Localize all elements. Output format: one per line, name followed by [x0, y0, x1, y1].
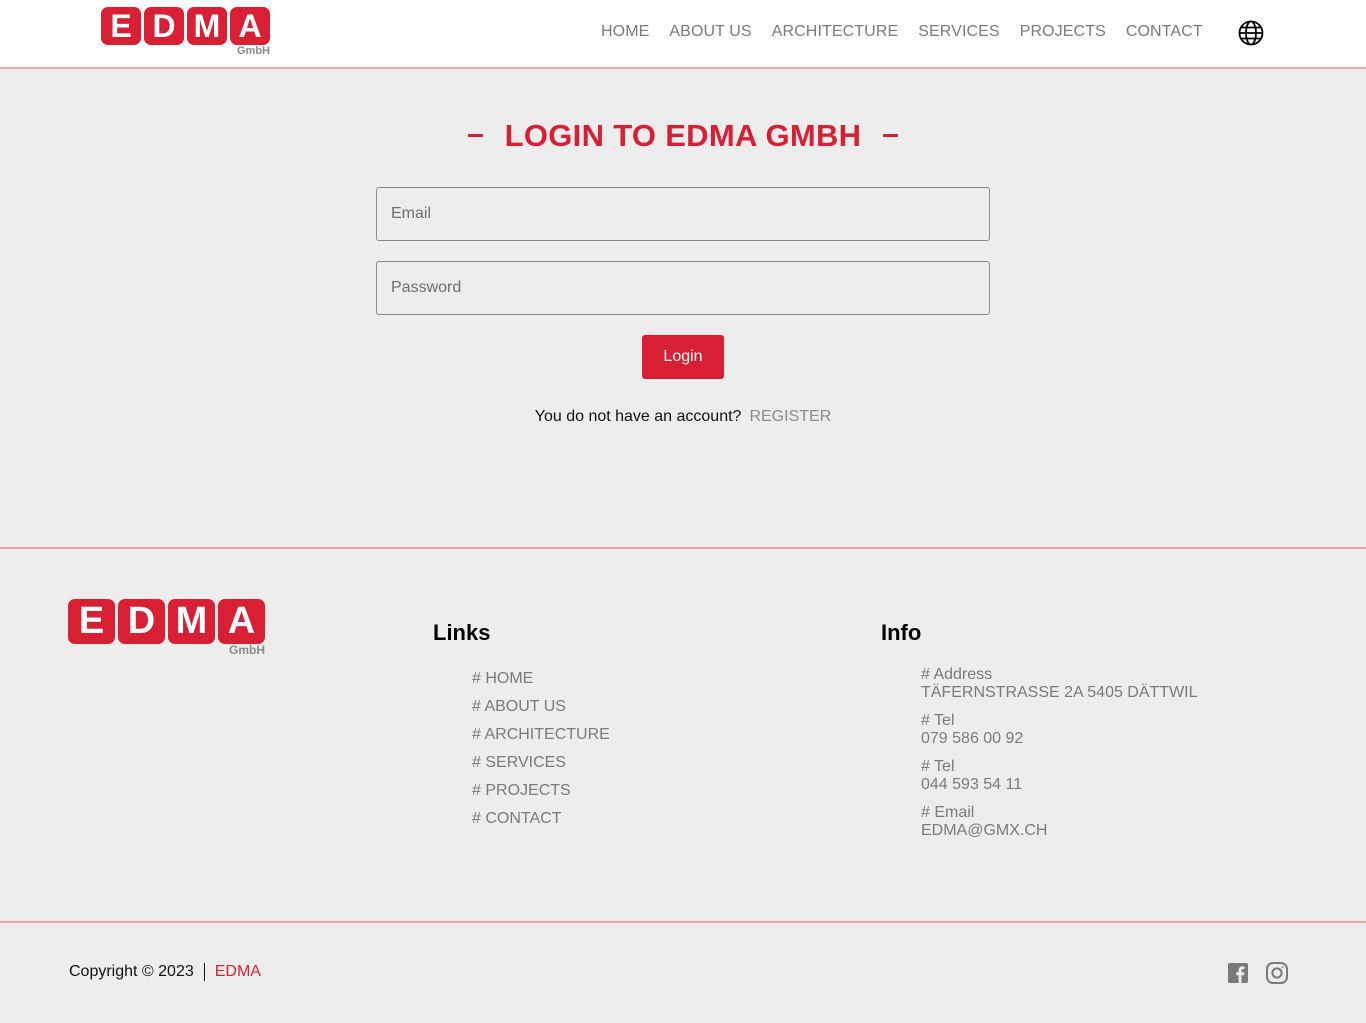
login-title-text: LOGIN TO EDMA GMBH — [504, 118, 862, 153]
logo-letter: A — [218, 599, 265, 644]
info-address: # Address TÄFERNSTRASSE 2A 5405 DÄTTWIL — [921, 666, 1198, 702]
info-value: TÄFERNSTRASSE 2A 5405 DÄTTWIL — [921, 684, 1198, 701]
nav-projects[interactable]: PROJECTS — [1020, 22, 1106, 42]
info-value[interactable]: 079 586 00 92 — [921, 730, 1198, 748]
info-label: # Email — [921, 804, 975, 821]
email-field[interactable] — [376, 187, 990, 241]
logo-letters: E D M A — [101, 7, 270, 45]
copyright-separator — [203, 963, 205, 981]
footer-link-architecture[interactable]: # ARCHITECTURE — [472, 721, 610, 749]
info-email: # Email EDMA@GMX.CH — [921, 804, 1198, 840]
footer-info: # Address TÄFERNSTRASSE 2A 5405 DÄTTWIL … — [921, 666, 1198, 850]
footer-link-services[interactable]: # SERVICES — [472, 749, 610, 777]
logo-letter: M — [168, 599, 215, 644]
title-dash-right — [883, 134, 899, 138]
copyright-text: Copyright © 2023 — [69, 963, 194, 980]
register-prompt: You do not have an account? REGISTER — [0, 408, 1366, 426]
info-label: # Address — [921, 666, 993, 683]
info-label: # Tel — [921, 758, 955, 775]
copyright: Copyright © 2023 EDMA — [69, 963, 261, 981]
login-button[interactable]: Login — [642, 335, 724, 379]
logo-letter: D — [118, 599, 165, 644]
globe-icon[interactable] — [1238, 20, 1264, 46]
nav-services[interactable]: SERVICES — [918, 22, 999, 42]
info-heading: Info — [881, 620, 922, 645]
footer-link-contact[interactable]: # CONTACT — [472, 805, 610, 833]
footer-bottom-divider — [0, 921, 1366, 923]
info-tel-2: # Tel 044 593 54 11 — [921, 758, 1198, 794]
info-value[interactable]: EDMA@GMX.CH — [921, 822, 1198, 840]
title-dash-left — [467, 134, 483, 138]
facebook-icon[interactable] — [1226, 961, 1250, 985]
logo-letter: A — [230, 7, 270, 45]
footer-divider — [0, 547, 1366, 549]
site-header: E D M A GmbH HOME ABOUT US ARCHITECTURE … — [0, 0, 1366, 69]
info-value[interactable]: 044 593 54 11 — [921, 776, 1198, 794]
password-field[interactable] — [376, 261, 990, 315]
footer-logo[interactable]: E D M A GmbH — [68, 599, 265, 656]
register-link[interactable]: REGISTER — [749, 408, 831, 425]
footer-link-about-us[interactable]: # ABOUT US — [472, 693, 610, 721]
footer-links: # HOME # ABOUT US # ARCHITECTURE # SERVI… — [472, 665, 610, 833]
logo-letter: E — [101, 7, 141, 45]
brand-link[interactable]: EDMA — [215, 963, 261, 981]
logo-letters: E D M A — [68, 599, 265, 644]
logo-subtitle: GmbH — [229, 643, 265, 657]
nav-contact[interactable]: CONTACT — [1126, 22, 1203, 42]
footer-link-projects[interactable]: # PROJECTS — [472, 777, 610, 805]
info-label: # Tel — [921, 712, 955, 729]
instagram-icon[interactable] — [1265, 961, 1289, 985]
logo-subtitle: GmbH — [237, 45, 270, 57]
links-heading: Links — [433, 620, 491, 645]
info-tel-1: # Tel 079 586 00 92 — [921, 712, 1198, 748]
nav-home[interactable]: HOME — [601, 22, 649, 42]
logo-letter: M — [187, 7, 227, 45]
no-account-text: You do not have an account? — [534, 408, 742, 425]
main-nav: HOME ABOUT US ARCHITECTURE SERVICES PROJ… — [601, 22, 1203, 42]
footer-link-home[interactable]: # HOME — [472, 665, 610, 693]
logo-letter: E — [68, 599, 115, 644]
logo-letter: D — [144, 7, 184, 45]
nav-about-us[interactable]: ABOUT US — [669, 22, 751, 42]
nav-architecture[interactable]: ARCHITECTURE — [772, 22, 899, 42]
login-title: LOGIN TO EDMA GMBH — [0, 118, 1366, 154]
header-logo[interactable]: E D M A GmbH — [101, 7, 270, 57]
